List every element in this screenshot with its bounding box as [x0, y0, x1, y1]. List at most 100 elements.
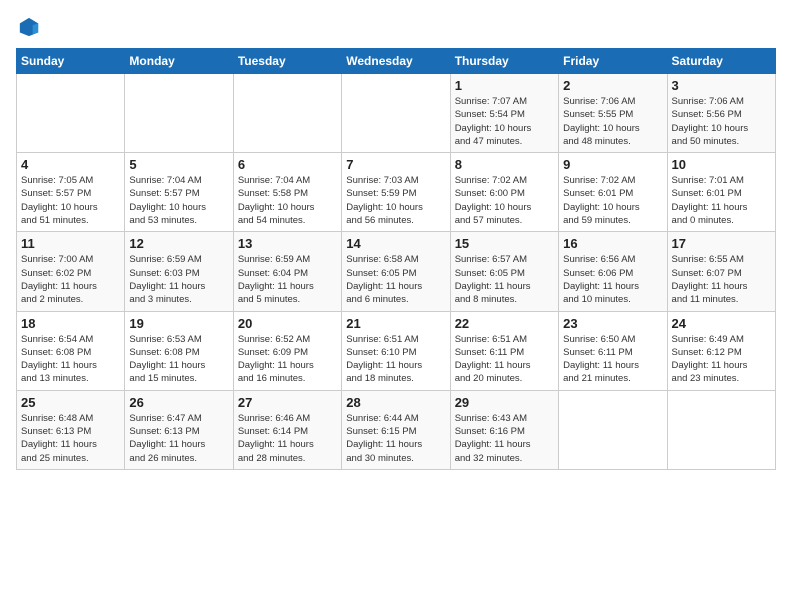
calendar-cell: 14 Sunrise: 6:58 AM Sunset: 6:05 PM Dayli…: [342, 232, 450, 311]
calendar-cell: 23Sunrise: 6:50 AM Sunset: 6:11 PM Dayli…: [559, 311, 667, 390]
calendar-table: SundayMondayTuesdayWednesdayThursdayFrid…: [16, 48, 776, 470]
day-number: 19: [129, 316, 228, 331]
calendar-cell: 22 Sunrise: 6:51 AM Sunset: 6:11 PM Dayli…: [450, 311, 558, 390]
day-info: Sunrise: 6:47 AM Sunset: 6:13 PM Dayligh…: [129, 412, 228, 465]
day-number: 12: [129, 236, 228, 251]
day-number: 20: [238, 316, 337, 331]
day-number: 27: [238, 395, 337, 410]
header-row: SundayMondayTuesdayWednesdayThursdayFrid…: [17, 49, 776, 74]
calendar-cell: 20 Sunrise: 6:52 AM Sunset: 6:09 PM Dayli…: [233, 311, 341, 390]
day-number: 17: [672, 236, 771, 251]
day-number: 2: [563, 78, 662, 93]
day-number: 22: [455, 316, 554, 331]
day-info: Sunrise: 6:46 AM Sunset: 6:14 PM Dayligh…: [238, 412, 337, 465]
day-info: Sunrise: 6:43 AM Sunset: 6:16 PM Dayligh…: [455, 412, 554, 465]
calendar-cell: 26 Sunrise: 6:47 AM Sunset: 6:13 PM Dayli…: [125, 390, 233, 469]
calendar-week-row: 11 Sunrise: 7:00 AM Sunset: 6:02 PM Dayli…: [17, 232, 776, 311]
calendar-cell: [125, 74, 233, 153]
day-info: Sunrise: 7:04 AM Sunset: 5:58 PM Dayligh…: [238, 174, 337, 227]
day-number: 9: [563, 157, 662, 172]
day-info: Sunrise: 7:03 AM Sunset: 5:59 PM Dayligh…: [346, 174, 445, 227]
day-number: 8: [455, 157, 554, 172]
day-info: Sunrise: 7:05 AM Sunset: 5:57 PM Dayligh…: [21, 174, 120, 227]
day-number: 11: [21, 236, 120, 251]
calendar-week-row: 4 Sunrise: 7:05 AM Sunset: 5:57 PM Daylig…: [17, 153, 776, 232]
day-info: Sunrise: 6:52 AM Sunset: 6:09 PM Dayligh…: [238, 333, 337, 386]
calendar-cell: [559, 390, 667, 469]
calendar-cell: 27 Sunrise: 6:46 AM Sunset: 6:14 PM Dayli…: [233, 390, 341, 469]
calendar-cell: 1 Sunrise: 7:07 AM Sunset: 5:54 PM Daylig…: [450, 74, 558, 153]
day-info: Sunrise: 6:56 AM Sunset: 6:06 PM Dayligh…: [563, 253, 662, 306]
calendar-cell: 16 Sunrise: 6:56 AM Sunset: 6:06 PM Dayli…: [559, 232, 667, 311]
calendar-cell: [17, 74, 125, 153]
calendar-week-row: 18 Sunrise: 6:54 AM Sunset: 6:08 PM Dayli…: [17, 311, 776, 390]
calendar-cell: 29 Sunrise: 6:43 AM Sunset: 6:16 PM Dayli…: [450, 390, 558, 469]
weekday-header: Monday: [125, 49, 233, 74]
calendar-week-row: 1 Sunrise: 7:07 AM Sunset: 5:54 PM Daylig…: [17, 74, 776, 153]
calendar-cell: 15 Sunrise: 6:57 AM Sunset: 6:05 PM Dayli…: [450, 232, 558, 311]
weekday-header: Friday: [559, 49, 667, 74]
calendar-cell: 17 Sunrise: 6:55 AM Sunset: 6:07 PM Dayli…: [667, 232, 775, 311]
weekday-header: Tuesday: [233, 49, 341, 74]
calendar-cell: 25 Sunrise: 6:48 AM Sunset: 6:13 PM Dayli…: [17, 390, 125, 469]
day-info: Sunrise: 6:50 AM Sunset: 6:11 PM Dayligh…: [563, 333, 662, 386]
day-number: 5: [129, 157, 228, 172]
day-number: 25: [21, 395, 120, 410]
day-number: 13: [238, 236, 337, 251]
day-info: Sunrise: 6:54 AM Sunset: 6:08 PM Dayligh…: [21, 333, 120, 386]
calendar-cell: 24 Sunrise: 6:49 AM Sunset: 6:12 PM Dayli…: [667, 311, 775, 390]
weekday-header: Saturday: [667, 49, 775, 74]
day-info: Sunrise: 6:49 AM Sunset: 6:12 PM Dayligh…: [672, 333, 771, 386]
day-info: Sunrise: 7:07 AM Sunset: 5:54 PM Dayligh…: [455, 95, 554, 148]
calendar-cell: 10 Sunrise: 7:01 AM Sunset: 6:01 PM Dayli…: [667, 153, 775, 232]
day-number: 16: [563, 236, 662, 251]
weekday-header: Wednesday: [342, 49, 450, 74]
day-number: 7: [346, 157, 445, 172]
day-info: Sunrise: 7:06 AM Sunset: 5:56 PM Dayligh…: [672, 95, 771, 148]
day-info: Sunrise: 6:55 AM Sunset: 6:07 PM Dayligh…: [672, 253, 771, 306]
calendar-cell: 3 Sunrise: 7:06 AM Sunset: 5:56 PM Daylig…: [667, 74, 775, 153]
calendar-cell: 6Sunrise: 7:04 AM Sunset: 5:58 PM Daylig…: [233, 153, 341, 232]
weekday-header: Thursday: [450, 49, 558, 74]
day-number: 3: [672, 78, 771, 93]
day-number: 14: [346, 236, 445, 251]
day-info: Sunrise: 6:48 AM Sunset: 6:13 PM Dayligh…: [21, 412, 120, 465]
day-info: Sunrise: 6:53 AM Sunset: 6:08 PM Dayligh…: [129, 333, 228, 386]
calendar-cell: 2 Sunrise: 7:06 AM Sunset: 5:55 PM Daylig…: [559, 74, 667, 153]
day-info: Sunrise: 6:57 AM Sunset: 6:05 PM Dayligh…: [455, 253, 554, 306]
calendar-cell: 13 Sunrise: 6:59 AM Sunset: 6:04 PM Dayli…: [233, 232, 341, 311]
day-info: Sunrise: 7:00 AM Sunset: 6:02 PM Dayligh…: [21, 253, 120, 306]
day-number: 26: [129, 395, 228, 410]
day-number: 1: [455, 78, 554, 93]
header: [16, 16, 776, 38]
day-number: 15: [455, 236, 554, 251]
calendar-cell: 12 Sunrise: 6:59 AM Sunset: 6:03 PM Dayli…: [125, 232, 233, 311]
day-info: Sunrise: 6:59 AM Sunset: 6:03 PM Dayligh…: [129, 253, 228, 306]
day-info: Sunrise: 6:51 AM Sunset: 6:11 PM Dayligh…: [455, 333, 554, 386]
day-number: 21: [346, 316, 445, 331]
day-info: Sunrise: 6:58 AM Sunset: 6:05 PM Dayligh…: [346, 253, 445, 306]
day-info: Sunrise: 7:02 AM Sunset: 6:00 PM Dayligh…: [455, 174, 554, 227]
calendar-cell: 7 Sunrise: 7:03 AM Sunset: 5:59 PM Daylig…: [342, 153, 450, 232]
day-number: 24: [672, 316, 771, 331]
calendar-cell: [233, 74, 341, 153]
calendar-cell: 21 Sunrise: 6:51 AM Sunset: 6:10 PM Dayli…: [342, 311, 450, 390]
day-number: 10: [672, 157, 771, 172]
day-info: Sunrise: 6:44 AM Sunset: 6:15 PM Dayligh…: [346, 412, 445, 465]
day-info: Sunrise: 6:59 AM Sunset: 6:04 PM Dayligh…: [238, 253, 337, 306]
day-info: Sunrise: 7:04 AM Sunset: 5:57 PM Dayligh…: [129, 174, 228, 227]
day-info: Sunrise: 6:51 AM Sunset: 6:10 PM Dayligh…: [346, 333, 445, 386]
day-info: Sunrise: 7:02 AM Sunset: 6:01 PM Dayligh…: [563, 174, 662, 227]
page-container: SundayMondayTuesdayWednesdayThursdayFrid…: [0, 0, 792, 478]
weekday-header: Sunday: [17, 49, 125, 74]
calendar-week-row: 25 Sunrise: 6:48 AM Sunset: 6:13 PM Dayli…: [17, 390, 776, 469]
logo-icon: [18, 16, 40, 38]
calendar-cell: 19 Sunrise: 6:53 AM Sunset: 6:08 PM Dayli…: [125, 311, 233, 390]
day-info: Sunrise: 7:06 AM Sunset: 5:55 PM Dayligh…: [563, 95, 662, 148]
calendar-cell: 9 Sunrise: 7:02 AM Sunset: 6:01 PM Daylig…: [559, 153, 667, 232]
day-number: 29: [455, 395, 554, 410]
day-number: 4: [21, 157, 120, 172]
day-info: Sunrise: 7:01 AM Sunset: 6:01 PM Dayligh…: [672, 174, 771, 227]
day-number: 18: [21, 316, 120, 331]
logo: [16, 16, 40, 38]
